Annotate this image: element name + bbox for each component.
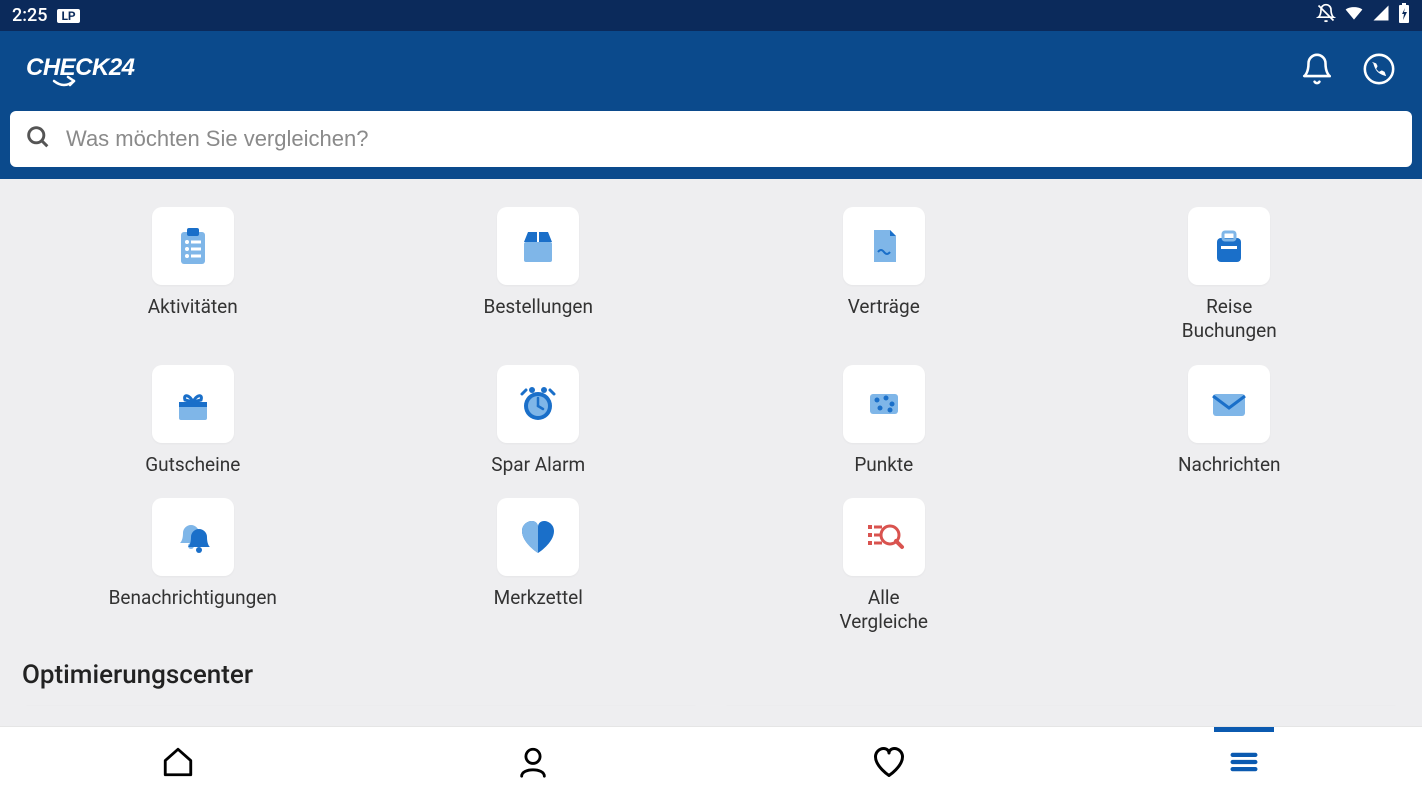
search-input[interactable]	[66, 126, 1398, 152]
nav-home[interactable]	[0, 727, 356, 800]
wifi-icon	[1344, 3, 1364, 28]
search-list-icon	[843, 498, 925, 576]
contract-icon	[843, 207, 925, 285]
tile-spar-alarm[interactable]: Spar Alarm	[491, 365, 585, 477]
tile-nachrichten[interactable]: Nachrichten	[1178, 365, 1281, 477]
tile-label: Bestellungen	[484, 295, 593, 319]
tiles-grid: Aktivitäten Bestellungen Verträge Reise …	[20, 207, 1402, 634]
nav-profile[interactable]	[356, 727, 712, 800]
notifications-bell-icon[interactable]	[1300, 52, 1334, 90]
tile-punkte[interactable]: Punkte	[843, 365, 925, 477]
svg-text:CHECK24: CHECK24	[26, 54, 135, 81]
phone-call-icon[interactable]	[1362, 52, 1396, 90]
suitcase-icon	[1188, 207, 1270, 285]
user-icon	[516, 745, 550, 783]
tile-alle-vergleiche[interactable]: Alle Vergleiche	[840, 498, 929, 634]
alarm-clock-icon	[497, 365, 579, 443]
cell-signal-icon	[1372, 4, 1390, 27]
gift-icon	[152, 365, 234, 443]
tile-benachrichtigungen[interactable]: Benachrichtigungen	[109, 498, 277, 634]
check24-logo[interactable]: CHECK24	[26, 51, 146, 91]
tile-label: Punkte	[854, 453, 913, 477]
tile-gutscheine[interactable]: Gutscheine	[145, 365, 240, 477]
tile-aktivitaeten[interactable]: Aktivitäten	[148, 207, 238, 343]
home-icon	[161, 745, 195, 783]
tile-label: Spar Alarm	[491, 453, 585, 477]
tile-label: Aktivitäten	[148, 295, 238, 319]
heart-filled-icon	[497, 498, 579, 576]
search-bar[interactable]	[10, 111, 1412, 167]
tile-merkzettel[interactable]: Merkzettel	[494, 498, 583, 634]
app-header: CHECK24	[0, 31, 1422, 179]
nav-favorites[interactable]	[711, 727, 1067, 800]
heart-outline-icon	[871, 744, 907, 784]
tile-reise-buchungen[interactable]: Reise Buchungen	[1182, 207, 1277, 343]
tile-label: Verträge	[848, 295, 920, 319]
tile-label: Alle Vergleiche	[840, 586, 929, 634]
lp-badge: LP	[57, 9, 79, 23]
tile-label: Nachrichten	[1178, 453, 1281, 477]
android-status-bar: 2:25 LP	[0, 0, 1422, 31]
tile-bestellungen[interactable]: Bestellungen	[484, 207, 593, 343]
tile-label: Reise Buchungen	[1182, 295, 1277, 343]
dnd-off-icon	[1316, 3, 1336, 28]
optimization-section-title: Optimierungscenter	[22, 660, 1402, 690]
nav-menu[interactable]	[1067, 727, 1422, 800]
search-icon	[24, 123, 52, 155]
hamburger-menu-icon	[1227, 745, 1261, 783]
double-bell-icon	[152, 498, 234, 576]
box-icon	[497, 207, 579, 285]
battery-charging-icon	[1398, 3, 1410, 28]
envelope-icon	[1188, 365, 1270, 443]
points-icon	[843, 365, 925, 443]
tile-label: Gutscheine	[145, 453, 240, 477]
tile-label: Merkzettel	[494, 586, 583, 610]
clipboard-list-icon	[152, 207, 234, 285]
bottom-nav	[0, 726, 1422, 800]
tile-label: Benachrichtigungen	[109, 586, 277, 610]
main-content: Aktivitäten Bestellungen Verträge Reise …	[0, 179, 1422, 706]
tile-vertraege[interactable]: Verträge	[843, 207, 925, 343]
status-time: 2:25	[12, 5, 47, 26]
